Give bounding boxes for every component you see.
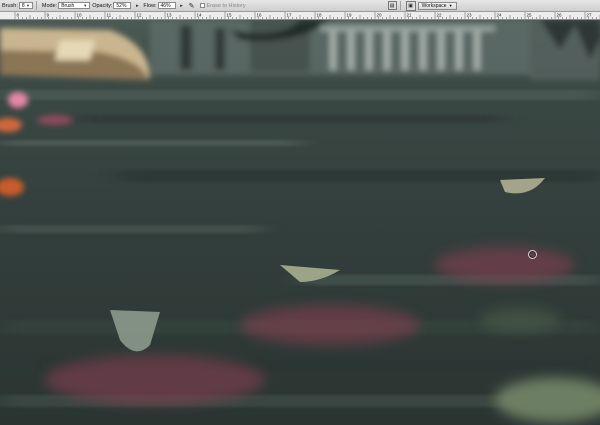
opacity-field[interactable]: 52% [113,2,132,9]
mode-label: Mode: [41,2,58,9]
opacity-value: 52% [116,2,127,9]
chevron-down-icon: ▼ [83,3,88,8]
ruler-label: 23 [467,13,473,18]
workspace-label: Workspace [421,2,447,9]
ruler-label: 12 [137,13,143,18]
lotus-pond-image [0,20,600,425]
ruler-label: 13 [167,13,173,18]
ruler-label: 17 [287,13,293,18]
chevron-down-icon: ▼ [25,3,30,8]
ruler-label: 18 [317,13,323,18]
ruler-label: 9 [47,13,50,18]
brush-size-value: 8 [21,2,25,9]
document-canvas[interactable] [0,20,600,425]
background-building [150,20,600,80]
ruler-label: 27 [587,13,593,18]
flow-value: 46% [160,2,171,9]
ruler-label: 8 [17,13,20,18]
chevron-right-icon[interactable]: ▸ [133,2,141,10]
opacity-label: Opacity: [92,2,113,9]
brush-label: Brush: [2,2,18,9]
flow-field[interactable]: 46% [157,2,176,9]
tool-options-bar: Brush: 8 ▼ Mode: Brush ▼ Opacity: 52% ▸ … [0,0,600,12]
airbrush-icon[interactable]: ✎ [188,2,196,10]
flow-label: Flow: [143,2,157,9]
ruler-label: 26 [557,13,563,18]
ruler-label: 21 [407,13,413,18]
ruler-label: 24 [497,13,503,18]
brush-tool-icon[interactable]: ▣ [405,0,416,11]
divider [399,1,401,10]
palette-icon[interactable]: ▤ [387,1,397,10]
erase-to-history-checkbox[interactable] [199,3,205,8]
divider [35,1,37,10]
ruler-ticks: 8 9 10 11 12 13 14 15 16 17 18 19 20 21 22 23 24 25 26 27 [14,12,600,19]
brush-cursor [528,250,537,259]
ruler-label: 19 [347,13,353,18]
horizontal-ruler: 8 9 10 11 12 13 14 15 16 17 18 19 20 21 22 23 24 25 26 27 [0,12,600,20]
ruler-label: 14 [197,13,203,18]
chevron-right-icon[interactable]: ▸ [178,2,186,10]
mode-select[interactable]: Brush ▼ [58,2,91,9]
ruler-label: 11 [107,13,112,18]
ruler-label: 25 [527,13,533,18]
ruler-label: 22 [437,13,443,18]
ruler-label: 20 [377,13,383,18]
ruler-label: 10 [77,13,83,18]
ruler-label: 16 [257,13,263,18]
ruler-label: 15 [227,13,233,18]
brush-size-picker[interactable]: 8 ▼ [18,2,33,9]
erase-to-history-label: Erase to History [206,2,246,9]
chevron-down-icon: ▼ [448,3,453,8]
workspace-button[interactable]: Workspace ▼ [417,1,457,10]
mode-value: Brush [61,2,75,9]
